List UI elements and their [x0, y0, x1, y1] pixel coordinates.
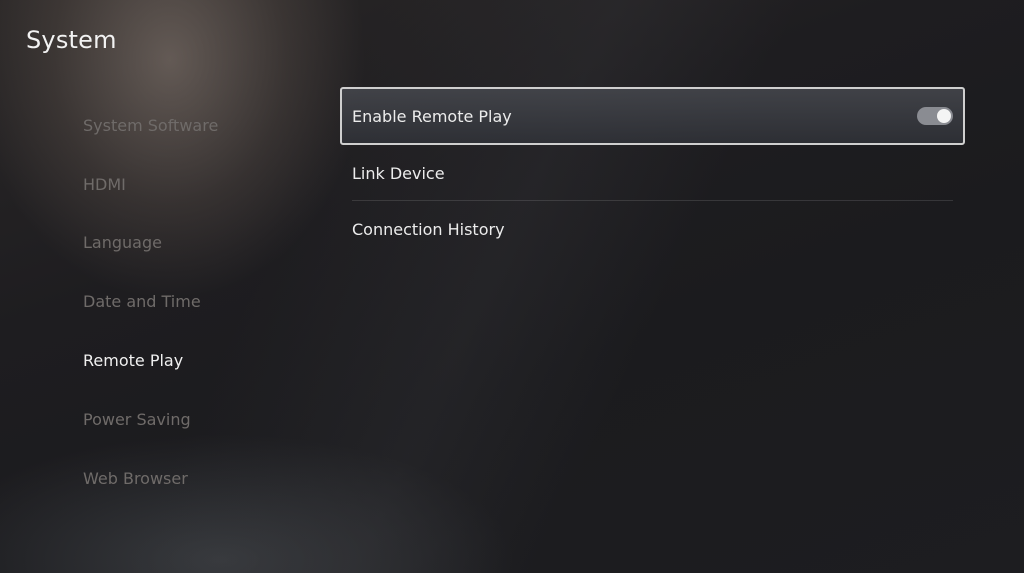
sidebar-item-date-and-time[interactable]: Date and Time — [83, 272, 313, 331]
enable-remote-play-item[interactable]: Enable Remote Play — [340, 87, 965, 145]
sidebar-item-label: HDMI — [83, 174, 126, 194]
sidebar-item-hdmi[interactable]: HDMI — [83, 155, 313, 214]
sidebar-item-label: Power Saving — [83, 409, 191, 429]
sidebar-item-label: Date and Time — [83, 292, 201, 312]
sidebar: System Software HDMI Language Date and T… — [83, 96, 313, 508]
menu-item-label: Connection History — [352, 219, 505, 239]
sidebar-item-label: Language — [83, 233, 162, 253]
sidebar-item-power-saving[interactable]: Power Saving — [83, 390, 313, 449]
sidebar-item-remote-play[interactable]: Remote Play — [83, 331, 313, 390]
page-title: System — [26, 26, 117, 54]
link-device-item[interactable]: Link Device — [340, 145, 965, 201]
enable-remote-play-toggle[interactable] — [917, 107, 953, 125]
sidebar-item-web-browser[interactable]: Web Browser — [83, 449, 313, 508]
settings-list: Enable Remote Play Link Device Connectio… — [340, 87, 965, 257]
sidebar-item-language[interactable]: Language — [83, 214, 313, 273]
sidebar-item-label: Remote Play — [83, 351, 184, 371]
sidebar-item-label: Web Browser — [83, 468, 188, 488]
sidebar-item-label: System Software — [83, 115, 219, 135]
menu-item-label: Link Device — [352, 163, 445, 183]
toggle-knob — [937, 109, 951, 123]
connection-history-item[interactable]: Connection History — [340, 201, 965, 257]
menu-item-label: Enable Remote Play — [352, 106, 512, 126]
sidebar-item-system-software[interactable]: System Software — [83, 96, 313, 155]
